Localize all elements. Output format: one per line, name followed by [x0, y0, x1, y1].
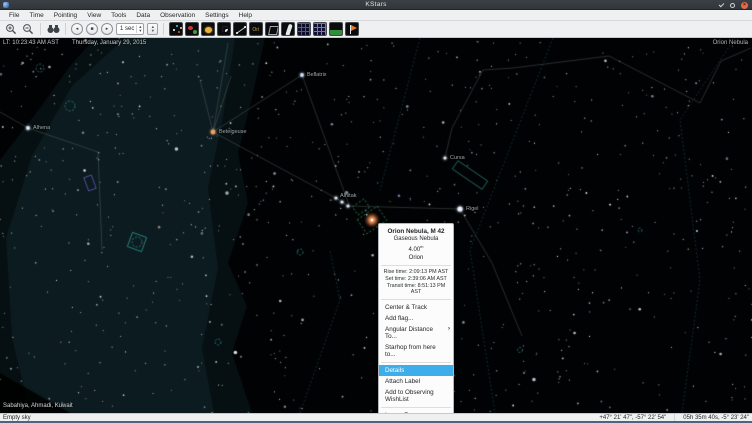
- menu-time[interactable]: Time: [24, 12, 48, 19]
- close-icon[interactable]: ×: [741, 2, 748, 9]
- minimize-icon[interactable]: [719, 1, 725, 7]
- time-step-backward-button[interactable]: ◂: [71, 23, 83, 35]
- context-menu-item-add-flag[interactable]: Add flag...: [379, 313, 453, 324]
- status-divider: [674, 414, 675, 421]
- toggle-eqgrid-icon[interactable]: [297, 22, 311, 36]
- stop-clock-button[interactable]: ■: [86, 23, 98, 35]
- time-unit-stepper[interactable]: ▲▼: [147, 23, 158, 35]
- submenu-arrow-icon: ›: [448, 326, 450, 333]
- menu-separator: [381, 407, 451, 408]
- sky-map[interactable]: [0, 38, 752, 413]
- toggle-cnames-icon[interactable]: [249, 22, 263, 36]
- time-step-arrows[interactable]: ▲▼: [136, 25, 143, 33]
- zoom-in-button[interactable]: [4, 22, 18, 36]
- context-menu-item-angular-distance-to[interactable]: Angular Distance To...›: [379, 324, 453, 342]
- view-toolbar: [169, 22, 361, 36]
- toolbar-separator: [163, 23, 164, 35]
- menu-tools[interactable]: Tools: [106, 12, 131, 19]
- toggle-horgrid-icon[interactable]: [313, 22, 327, 36]
- local-time-label: LT: 10:23:43 AM AST: [3, 40, 59, 46]
- time-step-forward-button[interactable]: ▸: [101, 23, 113, 35]
- equatorial-coordinates: 05h 35m 40s, -5° 23' 24": [683, 415, 749, 421]
- object-constellation: Orion: [382, 255, 450, 263]
- focus-object-label: Orion Nebula: [713, 40, 748, 46]
- toggle-deepsky-icon[interactable]: [185, 22, 199, 36]
- rise-set-transit-block: Rise time: 2:09:13 PM ASTSet time: 2:39:…: [379, 268, 453, 297]
- titlebar: KStars ×: [0, 0, 752, 10]
- zoom-in-icon: [5, 23, 17, 35]
- menu-file[interactable]: File: [4, 12, 24, 19]
- star-label-betelgeuse: Betelgeuse: [219, 129, 247, 135]
- time-step-spinbox[interactable]: 1 sec ▲▼: [116, 23, 144, 35]
- menu-view[interactable]: View: [82, 12, 106, 19]
- star-label-rigel: Rigel: [466, 206, 479, 212]
- geo-location-label: Sabahiya, Ahmadi, Kuwait: [3, 403, 73, 409]
- menu-data[interactable]: Data: [131, 12, 155, 19]
- object-time-row: Rise time: 2:09:13 PM AST: [382, 269, 450, 276]
- object-context-menu: Orion Nebula, M 42 Gaseous Nebula 4.00m …: [378, 223, 454, 423]
- object-name: Orion Nebula, M 42: [382, 228, 450, 236]
- toggle-flags-icon[interactable]: [345, 22, 359, 36]
- context-menu-item-starhop-from-here-to[interactable]: Starhop from here to...: [379, 342, 453, 360]
- star-label-alhena: Alhena: [33, 125, 50, 131]
- star-label-cursa: Cursa: [450, 155, 465, 161]
- object-magnitude: 4.00m: [382, 243, 450, 255]
- window-title: KStars: [0, 1, 752, 8]
- main-toolbar: ◂ ■ ▸ 1 sec ▲▼ ▲▼: [0, 21, 752, 38]
- toggle-cbounds-icon[interactable]: [265, 22, 279, 36]
- toggle-ground-icon[interactable]: [329, 22, 343, 36]
- context-menu-item-center-track[interactable]: Center & Track: [379, 302, 453, 313]
- context-menu-item-add-to-observing-wishlist[interactable]: Add to Observing WishList: [379, 387, 453, 405]
- menu-observation[interactable]: Observation: [155, 12, 200, 19]
- time-step-value: 1 sec: [120, 26, 134, 32]
- object-type: Gaseous Nebula: [382, 236, 450, 244]
- toolbar-separator: [40, 23, 41, 35]
- zoom-out-icon: [22, 23, 34, 35]
- context-menu-item-details[interactable]: Details: [379, 365, 453, 376]
- toolbar-separator: [65, 23, 66, 35]
- star-label-alnitak: Alnitak: [340, 193, 357, 199]
- menu-separator: [381, 299, 451, 300]
- menu-help[interactable]: Help: [234, 12, 257, 19]
- status-message: Empty sky: [3, 415, 31, 421]
- object-time-row: Set time: 2:39:06 AM AST: [382, 276, 450, 283]
- star-label-bellatrix: Bellatrix: [307, 72, 327, 78]
- menu-settings[interactable]: Settings: [200, 12, 234, 19]
- context-menu-item-attach-label[interactable]: Attach Label: [379, 376, 453, 387]
- find-object-button[interactable]: [46, 22, 60, 36]
- statusbar: Empty sky +47° 21' 47", -57° 22' 54" 05h…: [0, 413, 752, 423]
- toggle-stars-icon[interactable]: [169, 22, 183, 36]
- toggle-planets-icon[interactable]: [201, 22, 215, 36]
- horizontal-coordinates: +47° 21' 47", -57° 22' 54": [599, 415, 666, 421]
- context-menu-header: Orion Nebula, M 42 Gaseous Nebula 4.00m …: [379, 226, 453, 263]
- binoculars-icon: [47, 24, 60, 34]
- sky-map-area: LT: 10:23:43 AM AST Thursday, January 29…: [0, 38, 752, 413]
- toggle-comets-icon[interactable]: [217, 22, 231, 36]
- date-label: Thursday, January 29, 2015: [72, 40, 146, 46]
- toggle-milkyway-icon[interactable]: [281, 22, 295, 36]
- object-time-row: Transit time: 8:51:13 PM AST: [382, 283, 450, 297]
- menu-separator: [381, 265, 451, 266]
- menubar: FileTimePointingViewToolsDataObservation…: [0, 10, 752, 21]
- zoom-out-button[interactable]: [21, 22, 35, 36]
- menu-separator: [381, 362, 451, 363]
- menu-pointing[interactable]: Pointing: [49, 12, 83, 19]
- maximize-icon[interactable]: [730, 3, 735, 8]
- toggle-clines-icon[interactable]: [233, 22, 247, 36]
